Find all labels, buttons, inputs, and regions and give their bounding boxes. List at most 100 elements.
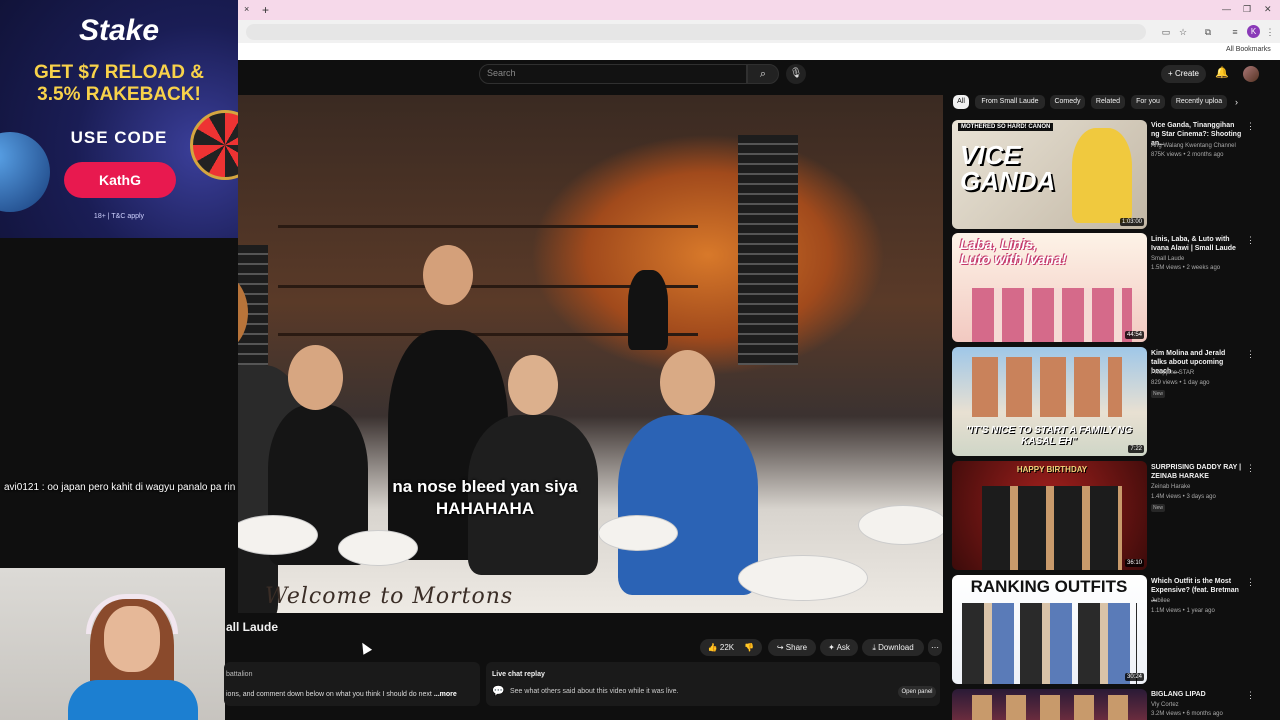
stream-chat-message: avi0121 : oo japan pero kahit di wagyu p…	[4, 482, 236, 493]
chip-recently-uploaded[interactable]: Recently uploa	[1171, 95, 1227, 109]
open-panel-button[interactable]: Open panel	[898, 686, 936, 698]
microphone-icon[interactable]: 🎙	[786, 64, 806, 84]
plate	[738, 555, 868, 601]
rec-title[interactable]: BIGLANG LIPAD	[1151, 690, 1243, 699]
restore-icon[interactable]: ❐	[1243, 4, 1251, 15]
tab-close-icon[interactable]: ×	[244, 4, 254, 16]
ad-headline-2: 3.5% RAKEBACK!	[37, 84, 201, 105]
browser-profile-avatar[interactable]: K	[1247, 25, 1260, 38]
thumb-people	[962, 603, 1137, 684]
rec-thumbnail[interactable]: HAPPY BIRTHDAY 36:10	[952, 461, 1147, 570]
person	[628, 270, 668, 350]
extensions-icon[interactable]: ⧉	[1202, 26, 1214, 38]
mouse-cursor-icon	[357, 640, 373, 655]
duration-badge: 44:54	[1124, 331, 1144, 339]
ask-label: Ask	[836, 643, 850, 652]
rec-channel[interactable]: Jubilee	[1151, 598, 1170, 604]
rec-channel[interactable]: Zeinab Harake	[1151, 484, 1190, 490]
ad-terms: 18+ | T&C apply	[93, 213, 145, 220]
install-icon[interactable]: ▭	[1160, 26, 1172, 38]
caption-line-2: HAHAHAHA	[435, 499, 535, 518]
new-badge: New	[1151, 390, 1166, 398]
bar-shelf	[278, 225, 698, 228]
rec-more-icon[interactable]: ⋮	[1246, 690, 1255, 701]
search-placeholder: Search	[487, 68, 516, 78]
rec-thumbnail[interactable]: Laba, Linis, Luto with Ivana! 44:54	[952, 233, 1147, 342]
share-button[interactable]: ↪ Share	[768, 639, 816, 656]
description-box[interactable]	[224, 662, 480, 706]
media-icon[interactable]: ≡	[1229, 26, 1241, 38]
thumb-people	[972, 288, 1132, 342]
notifications-bell-icon[interactable]: 🔔	[1215, 66, 1229, 79]
window-close-icon[interactable]: ✕	[1264, 4, 1272, 15]
duration-badge: 1:03:00	[1119, 218, 1144, 226]
omnibox[interactable]	[246, 24, 1146, 40]
table-lettering: Welcome to Mortons	[265, 584, 514, 609]
rec-more-icon[interactable]: ⋮	[1246, 463, 1255, 474]
description-more-link[interactable]: ...more	[434, 691, 457, 698]
rec-more-icon[interactable]: ⋮	[1246, 577, 1255, 588]
person-head	[288, 345, 343, 410]
minimize-icon[interactable]: —	[1222, 4, 1231, 14]
rec-more-icon[interactable]: ⋮	[1246, 349, 1255, 360]
rec-thumbnail[interactable]	[952, 689, 1147, 720]
rec-title[interactable]: SURPRISING DADDY RAY | ZEINAB HARAKE	[1151, 463, 1243, 481]
more-actions-icon[interactable]: ⋯	[928, 639, 942, 656]
ask-button[interactable]: ✦ Ask	[820, 639, 858, 656]
chip-for-you[interactable]: For you	[1131, 95, 1165, 109]
rec-channel[interactable]: Small Laude	[1151, 256, 1184, 262]
thumb-headline: RANKING OUTFITS	[970, 577, 1128, 596]
download-button[interactable]: ⤓ Download	[862, 639, 924, 656]
video-player[interactable]	[238, 95, 943, 613]
create-label: Create	[1174, 69, 1199, 78]
search-icon[interactable]: ⌕	[747, 64, 779, 84]
bookmark-star-icon[interactable]: ☆	[1177, 26, 1189, 38]
chip-related[interactable]: Related	[1091, 95, 1125, 109]
duration-badge: 36:10	[1124, 559, 1144, 567]
create-button[interactable]: + Create	[1161, 65, 1206, 83]
rec-more-icon[interactable]: ⋮	[1246, 121, 1255, 132]
description-text: ions, and comment down below on what you…	[226, 691, 457, 698]
description-snippet: ions, and comment down below on what you…	[226, 691, 432, 698]
new-tab-button[interactable]: +	[262, 3, 269, 17]
rec-title[interactable]: Linis, Laba, & Luto with Ivana Alawi | S…	[1151, 235, 1243, 253]
thumb-headline: "IT'S NICE TO START A FAMILY NG KASAL EH…	[965, 425, 1133, 447]
person-head	[423, 245, 473, 305]
share-icon: ↪	[776, 643, 784, 652]
rec-meta: 1.5M views • 2 weeks ago	[1151, 265, 1221, 271]
ad-headline-1: GET $7 RELOAD &	[34, 62, 204, 83]
chip-all[interactable]: All	[953, 95, 969, 109]
thumb-headline: VICE GANDA	[960, 140, 1056, 196]
rec-channel[interactable]: Vly Cortez	[1151, 702, 1179, 708]
search-input[interactable]	[479, 64, 747, 84]
share-label: Share	[785, 643, 808, 652]
sponsor-ad-overlay: Stake GET $7 RELOAD & 3.5% RAKEBACK! USE…	[0, 0, 238, 238]
account-avatar[interactable]	[1243, 66, 1259, 82]
live-chat-text: See what others said about this video wh…	[510, 688, 679, 695]
duration-badge: 30:24	[1124, 673, 1144, 681]
wine-rack	[738, 135, 798, 365]
duration-badge: 7:22	[1128, 445, 1144, 453]
thumbs-down-icon[interactable]: 👎	[744, 643, 754, 652]
person-head	[508, 355, 558, 415]
like-dislike-group[interactable]: 👍 22K 👎	[700, 639, 762, 656]
live-chat-title: Live chat replay	[492, 671, 545, 678]
thumbs-up-icon[interactable]: 👍	[708, 643, 718, 652]
plate	[598, 515, 678, 551]
chip-from-channel[interactable]: From Small Laude	[975, 95, 1045, 109]
rec-channel[interactable]: Philippine STAR	[1151, 370, 1194, 376]
rec-more-icon[interactable]: ⋮	[1246, 235, 1255, 246]
chevron-right-icon[interactable]: ›	[1235, 97, 1238, 107]
video-title: all Laude	[226, 620, 279, 634]
rec-thumbnail[interactable]: "IT'S NICE TO START A FAMILY NG KASAL EH…	[952, 347, 1147, 456]
rec-thumbnail[interactable]: MOTHERED SO HARD! CANON VICE GANDA 1:03:…	[952, 120, 1147, 229]
sparkle-icon: ✦	[828, 643, 835, 652]
browser-menu-icon[interactable]: ⋮	[1264, 26, 1276, 38]
rec-thumbnail[interactable]: RANKING OUTFITS 30:24	[952, 575, 1147, 684]
thumb-people	[972, 357, 1122, 417]
thumb-headline: Laba, Linis, Luto with Ivana!	[960, 236, 1067, 267]
rec-channel[interactable]: Ang Walang Kwentang Channel	[1151, 143, 1236, 149]
chip-comedy[interactable]: Comedy	[1050, 95, 1085, 109]
all-bookmarks-link[interactable]: All Bookmarks	[1226, 46, 1271, 53]
rec-meta: 875K views • 2 months ago	[1151, 152, 1224, 158]
